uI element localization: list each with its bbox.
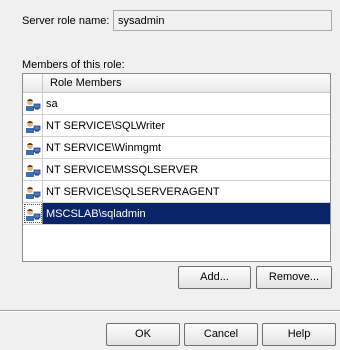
user-icon xyxy=(23,93,43,114)
cancel-button[interactable]: Cancel xyxy=(184,323,258,346)
table-row[interactable]: NT SERVICE\Winmgmt xyxy=(23,137,330,159)
role-members-grid[interactable]: Role Members sa NT SERVICE\SQLWriter NT … xyxy=(22,73,331,262)
user-icon xyxy=(23,159,43,180)
user-icon xyxy=(23,137,43,158)
grid-header-corner xyxy=(23,74,43,92)
grid-header: Role Members xyxy=(23,74,330,93)
member-name: sa xyxy=(46,98,58,110)
user-icon xyxy=(23,115,43,136)
table-row[interactable]: NT SERVICE\MSSQLSERVER xyxy=(23,159,330,181)
user-icon xyxy=(23,181,43,202)
table-row[interactable]: NT SERVICE\SQLSERVERAGENT xyxy=(23,181,330,203)
member-name: NT SERVICE\SQLWriter xyxy=(46,120,165,132)
member-name: NT SERVICE\Winmgmt xyxy=(46,142,162,154)
table-row[interactable]: sa xyxy=(23,93,330,115)
add-button[interactable]: Add... xyxy=(178,266,251,289)
members-label: Members of this role: xyxy=(22,59,125,71)
member-name: NT SERVICE\MSSQLSERVER xyxy=(46,164,199,176)
member-name: NT SERVICE\SQLSERVERAGENT xyxy=(46,186,220,198)
column-header-role-members[interactable]: Role Members xyxy=(50,77,122,90)
table-row-selected[interactable]: MSCSLAB\sqladmin xyxy=(23,203,330,225)
ok-button[interactable]: OK xyxy=(106,323,180,346)
divider xyxy=(0,310,340,312)
help-button[interactable]: Help xyxy=(262,323,336,346)
server-role-name-field[interactable]: sysadmin xyxy=(113,10,332,31)
server-role-name-label: Server role name: xyxy=(22,15,110,27)
member-name: MSCSLAB\sqladmin xyxy=(46,208,146,220)
grid-rows: sa NT SERVICE\SQLWriter NT SERVICE\Winmg… xyxy=(23,93,330,225)
remove-button[interactable]: Remove... xyxy=(256,266,332,289)
table-row[interactable]: NT SERVICE\SQLWriter xyxy=(23,115,330,137)
user-icon xyxy=(23,203,43,224)
